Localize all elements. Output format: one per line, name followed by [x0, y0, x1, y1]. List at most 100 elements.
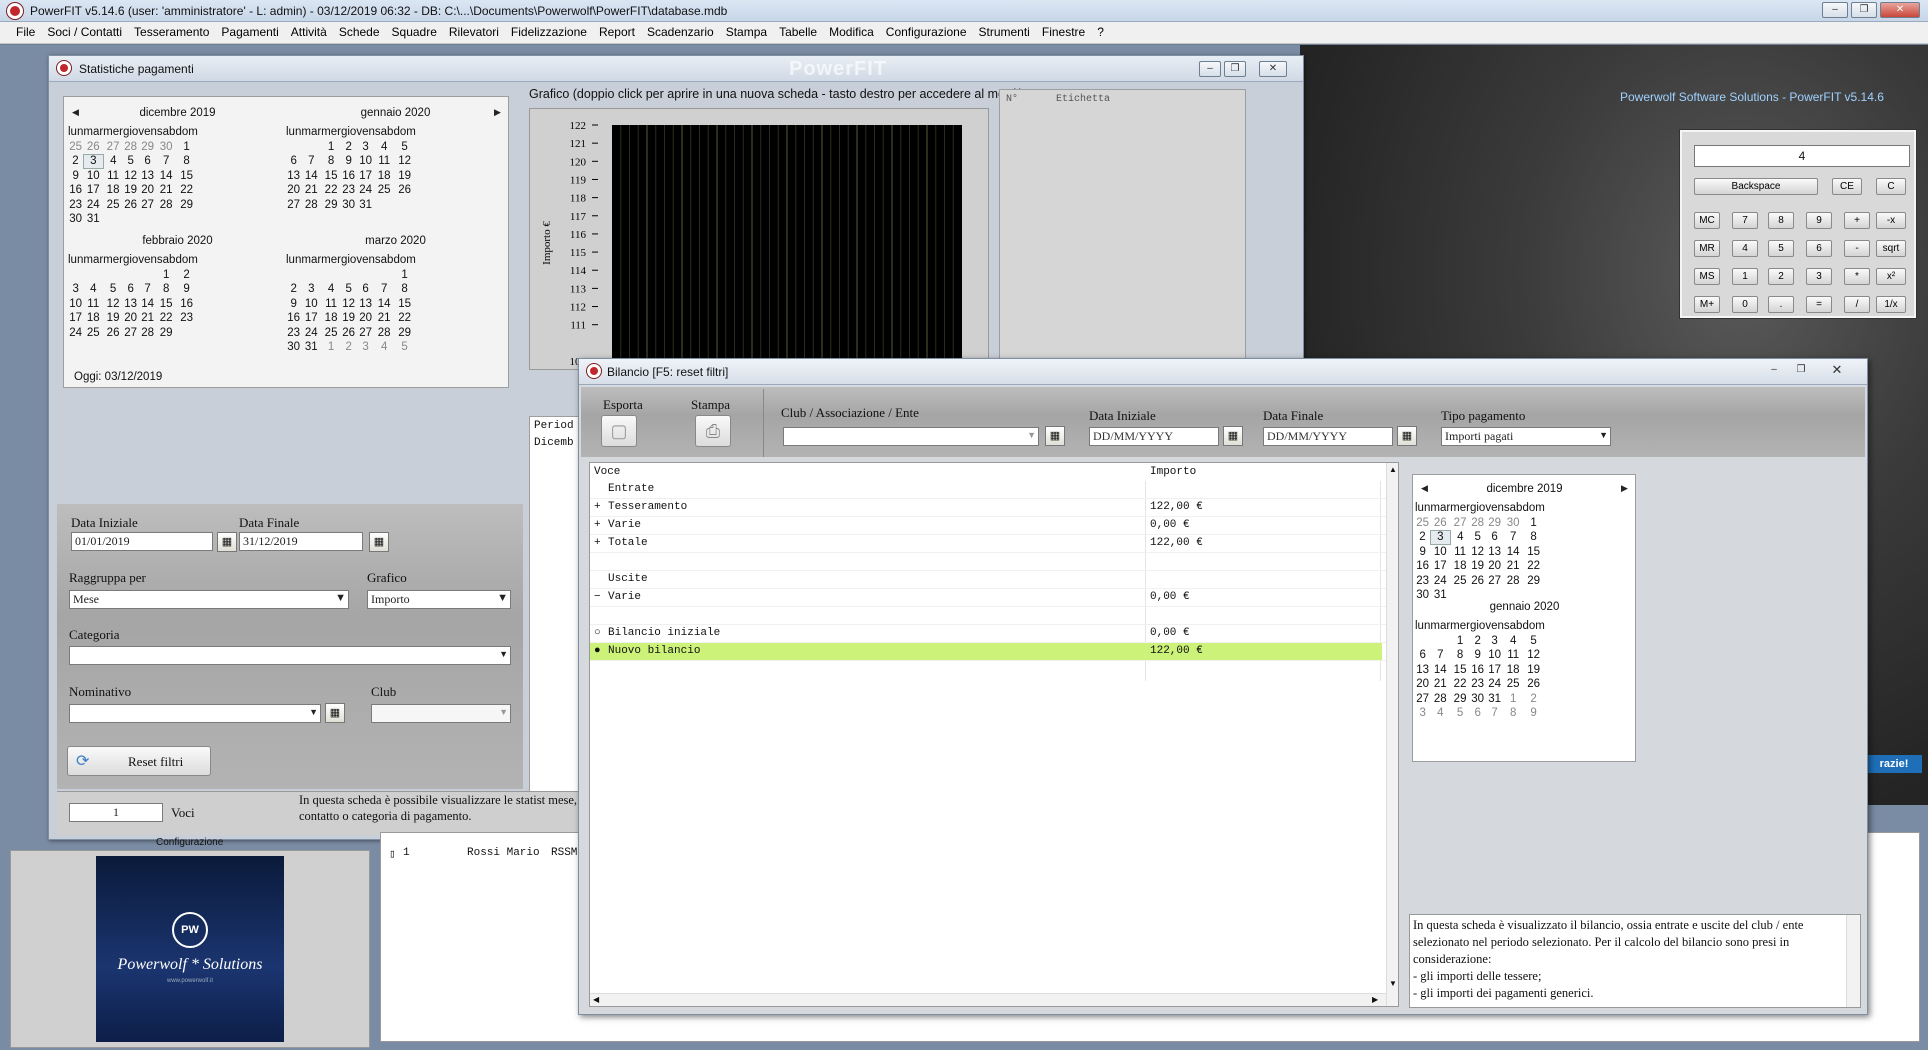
calendar-day[interactable]: 7	[375, 282, 394, 297]
calendar-day[interactable]: 16	[68, 183, 83, 198]
calendar-day[interactable]: 30	[1470, 692, 1485, 707]
calendar-day[interactable]: 12	[393, 154, 415, 169]
calendar-day[interactable]: 4	[1430, 706, 1450, 721]
table-row[interactable]: Entrate	[590, 481, 1382, 499]
calendar-day[interactable]: 8	[1504, 706, 1523, 721]
calendar-day[interactable]: 15	[157, 297, 176, 312]
calendar-day[interactable]: 27	[1450, 516, 1470, 531]
calendar-day[interactable]: 5	[1470, 530, 1485, 545]
calendar-day[interactable]: 23	[175, 311, 197, 326]
calendar-day[interactable]: 24	[83, 198, 103, 213]
calendar-day[interactable]: 5	[341, 282, 356, 297]
calc-key[interactable]: *	[1844, 268, 1870, 285]
calendar-day[interactable]: 13	[356, 297, 375, 312]
calendar-day[interactable]: 25	[1450, 574, 1470, 589]
calendar-icon[interactable]: ▦	[369, 532, 389, 552]
calendar-day[interactable]: 8	[175, 154, 197, 169]
calendar-day[interactable]: 12	[1470, 545, 1485, 560]
vertical-scrollbar[interactable]: ▲ ▼	[1386, 463, 1398, 1006]
table-row[interactable]	[590, 607, 1382, 625]
calendar-day[interactable]: 5	[1450, 706, 1470, 721]
calendar-day[interactable]: 26	[1522, 677, 1544, 692]
calendar-day[interactable]: 18	[1450, 559, 1470, 574]
calendar-day[interactable]: 27	[103, 140, 123, 155]
calendar-day[interactable]: 29	[321, 198, 341, 213]
calendar-day[interactable]: 21	[301, 183, 321, 198]
calendar-day[interactable]: 2	[175, 268, 197, 283]
menu-item-0[interactable]: File	[10, 22, 41, 39]
calendar-day[interactable]: 5	[1522, 634, 1544, 649]
calendar-day[interactable]: 15	[1450, 663, 1470, 678]
calendar-day[interactable]: 9	[1522, 706, 1544, 721]
calendar-day[interactable]: 8	[157, 282, 176, 297]
calendar-day[interactable]: 6	[123, 282, 138, 297]
calc-key[interactable]: 7	[1732, 212, 1758, 229]
calendar-day[interactable]: 5	[103, 282, 123, 297]
calendar-day[interactable]: 23	[286, 326, 301, 341]
club-select[interactable]: ▼	[371, 704, 511, 723]
calc-ce-button[interactable]: CE	[1832, 178, 1862, 195]
calendar-day[interactable]: 16	[175, 297, 197, 312]
calendar-day[interactable]: 17	[301, 311, 321, 326]
calendar-day[interactable]: 28	[1470, 516, 1485, 531]
calendar-day[interactable]: 6	[356, 282, 375, 297]
calendar-day[interactable]: 28	[1430, 692, 1450, 707]
calc-key[interactable]: x²	[1876, 268, 1906, 285]
menu-item-2[interactable]: Tesseramento	[128, 22, 215, 39]
calc-key[interactable]: 2	[1768, 268, 1794, 285]
menu-item-17[interactable]: ?	[1091, 22, 1110, 39]
calendar-day[interactable]: 26	[1470, 574, 1485, 589]
calendar-day[interactable]: 7	[157, 154, 176, 169]
calendar-day[interactable]: 2	[341, 340, 356, 355]
calendar-day[interactable]: 22	[1522, 559, 1544, 574]
calendar-day[interactable]: 9	[1415, 545, 1430, 560]
calendar-day[interactable]: 14	[1430, 663, 1450, 678]
nominativo-select[interactable]: ▼	[69, 704, 321, 723]
calendar-day[interactable]: 28	[301, 198, 321, 213]
calendar-next-icon[interactable]: ▶	[494, 107, 501, 118]
calendar-day[interactable]: 27	[1415, 692, 1430, 707]
calendar-day[interactable]: 29	[157, 326, 176, 341]
search-contact-icon[interactable]: ▦	[325, 703, 345, 723]
menu-item-13[interactable]: Modifica	[823, 22, 880, 39]
tipo-pagamento-select[interactable]: Importi pagati ▼	[1441, 427, 1611, 446]
calendar-day[interactable]: 5	[393, 140, 415, 155]
calendar-day[interactable]: 1	[1450, 634, 1470, 649]
reset-filtri-button[interactable]: ⟳ Reset filtri	[67, 746, 211, 776]
calendar-day[interactable]: 23	[341, 183, 356, 198]
calendar-day[interactable]: 12	[123, 169, 138, 184]
club-ente-select[interactable]: ▼	[783, 427, 1039, 446]
calendar-day[interactable]: 21	[1504, 559, 1523, 574]
calc-key[interactable]: 1	[1732, 268, 1758, 285]
calendar-day[interactable]: 4	[83, 282, 103, 297]
menu-item-10[interactable]: Scadenzario	[641, 22, 720, 39]
calendar-day[interactable]: 2	[341, 140, 356, 155]
calendar-day[interactable]: 13	[123, 297, 138, 312]
calc-key[interactable]: M+	[1694, 296, 1720, 313]
calendar-day[interactable]: 24	[301, 326, 321, 341]
calendar-day[interactable]: 28	[1504, 574, 1523, 589]
calendar-day[interactable]: 25	[68, 140, 83, 155]
calendar-day[interactable]: 22	[157, 311, 176, 326]
table-row[interactable]: + Tesseramento 122,00 €	[590, 499, 1382, 517]
calc-backspace-button[interactable]: Backspace	[1694, 178, 1818, 195]
menu-item-5[interactable]: Schede	[333, 22, 386, 39]
data-finale-input[interactable]: 31/12/2019	[239, 532, 363, 551]
calendar-day[interactable]: 14	[157, 169, 176, 184]
calendar-icon[interactable]: ▦	[1223, 426, 1243, 446]
calendar-day[interactable]: 16	[1415, 559, 1430, 574]
calendar-day[interactable]: 28	[157, 198, 176, 213]
calendar-day[interactable]: 20	[123, 311, 138, 326]
calendar-day[interactable]: 18	[83, 311, 103, 326]
calc-key[interactable]: 1/x	[1876, 296, 1906, 313]
search-club-icon[interactable]: ▦	[1045, 426, 1065, 446]
calendar-day[interactable]: 8	[393, 282, 415, 297]
calendar-day[interactable]: 8	[1450, 648, 1470, 663]
table-row[interactable]: − Varie 0,00 €	[590, 589, 1382, 607]
menu-item-16[interactable]: Finestre	[1036, 22, 1091, 39]
calendar-day[interactable]: 4	[1450, 530, 1470, 545]
calendar-day[interactable]: 16	[1470, 663, 1485, 678]
calendar-day[interactable]: 17	[83, 183, 103, 198]
calendar-day[interactable]: 6	[286, 154, 301, 169]
calendar-day[interactable]: 12	[341, 297, 356, 312]
